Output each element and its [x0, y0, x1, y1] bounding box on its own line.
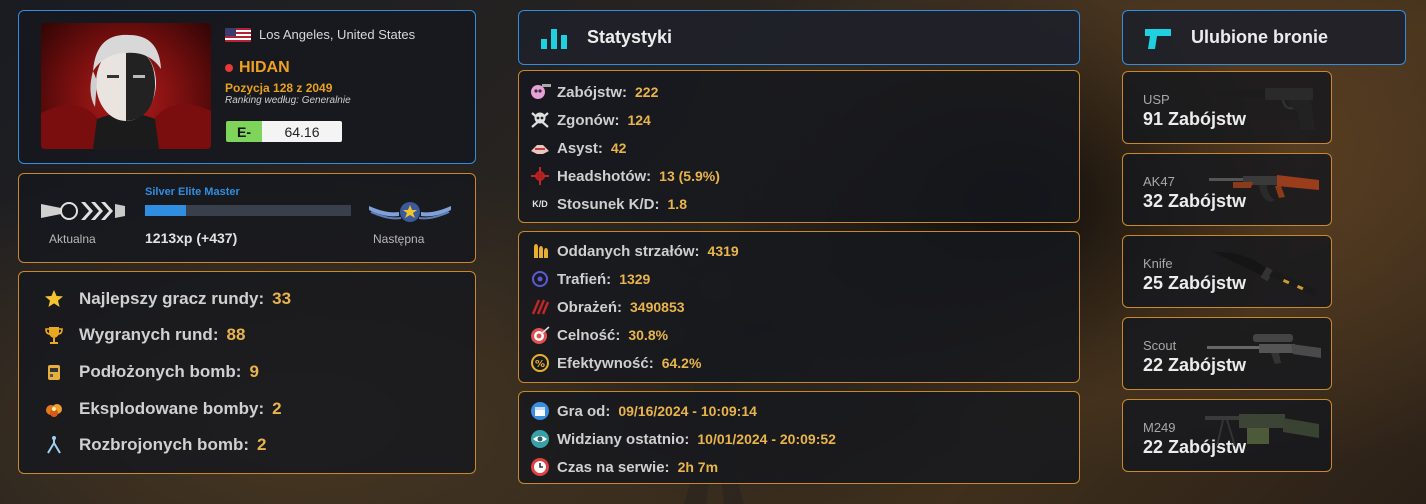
- list-item: Obrażeń: 3490853: [529, 296, 685, 318]
- status-dot-icon: [225, 64, 233, 72]
- ranking-basis: Ranking według: Generalnie: [225, 95, 351, 106]
- weapon-card-m249[interactable]: M249 22 Zabójstw: [1122, 399, 1332, 472]
- list-item: Zgonów: 124: [529, 109, 651, 131]
- weapon-name: M249: [1143, 420, 1176, 435]
- weapons-header: Ulubione bronie: [1122, 10, 1406, 65]
- target-icon: [529, 324, 551, 346]
- weapons-title: Ulubione bronie: [1191, 27, 1328, 47]
- list-item: Gra od: 09/16/2024 - 10:09:14: [529, 400, 757, 422]
- accuracy-stats-card: Oddanych strzałów: 4319 Trafień: 1329 Ob…: [518, 231, 1080, 383]
- eye-icon: [529, 428, 551, 450]
- us-flag-icon: [225, 27, 251, 42]
- kd-icon: K/D: [532, 199, 548, 209]
- list-item: Wygranych rund: 88: [43, 324, 245, 346]
- rank-progress-fill: [145, 205, 187, 216]
- list-item: Asyst: 42: [529, 137, 626, 159]
- weapon-name: Scout: [1143, 338, 1177, 353]
- list-item: Trafień: 1329: [529, 268, 650, 290]
- svg-text:%: %: [535, 359, 545, 370]
- weapon-name: USP: [1143, 92, 1170, 107]
- list-item: Celność: 30.8%: [529, 324, 668, 346]
- defuse-icon: [43, 434, 65, 456]
- star-icon: [43, 288, 65, 310]
- list-item: Oddanych strzałów: 4319: [529, 240, 739, 262]
- usp-icon: [1217, 88, 1315, 130]
- location-text: Los Angeles, United States: [259, 27, 416, 42]
- list-item: Podłożonych bomb: 9: [43, 361, 259, 383]
- time-stats-card: Gra od: 09/16/2024 - 10:09:14 Widziany o…: [518, 391, 1080, 484]
- m249-icon: [1205, 414, 1319, 447]
- bar-chart-icon: [541, 28, 567, 49]
- list-item: Zabójstw: 222: [529, 81, 658, 103]
- player-name-text: HIDAN: [239, 59, 290, 76]
- list-item: % Efektywność: 64.2%: [529, 352, 701, 374]
- list-item: Najlepszy gracz rundy: 33: [43, 288, 291, 310]
- clock-icon: [529, 456, 551, 478]
- rank-card: Aktualna Silver Elite Master 1213xp (+43…: [18, 173, 476, 263]
- damage-icon: [529, 296, 551, 318]
- weapon-card-scout[interactable]: Scout 22 Zabójstw: [1122, 317, 1332, 390]
- pistol-icon: [1145, 28, 1171, 49]
- weapon-name: Knife: [1143, 256, 1173, 271]
- list-item: Eksplodowane bomby: 2: [43, 398, 282, 420]
- current-rank-icon: [41, 202, 125, 220]
- rank-progress-bar: [145, 205, 351, 216]
- skull-gun-icon: [529, 81, 551, 103]
- player-name[interactable]: HIDAN: [225, 59, 290, 77]
- list-item: Rozbrojonych bomb: 2: [43, 434, 266, 456]
- bullets-icon: [529, 240, 551, 262]
- elo-grade: E-: [226, 121, 262, 142]
- handshake-icon: [529, 137, 551, 159]
- calendar-icon: [529, 400, 551, 422]
- efficiency-icon: %: [529, 352, 551, 374]
- bomb-icon: [43, 361, 65, 383]
- list-item: Widziany ostatnio: 10/01/2024 - 20:09:52: [529, 428, 836, 450]
- rank-name: Silver Elite Master: [145, 186, 240, 198]
- player-position: Pozycja 128 z 2049: [225, 81, 333, 95]
- list-item: Headshotów: 13 (5.9%): [529, 165, 720, 187]
- list-item: K/D Stosunek K/D: 1.8: [529, 193, 687, 215]
- rank-xp: 1213xp (+437): [145, 230, 238, 246]
- next-rank-label: Następna: [373, 232, 425, 246]
- stats-title: Statystyki: [587, 27, 673, 47]
- player-avatar[interactable]: [41, 23, 211, 149]
- trophy-icon: [43, 324, 65, 346]
- scout-icon: [1207, 334, 1321, 364]
- current-rank-label: Aktualna: [49, 232, 96, 246]
- skull-crossbones-icon: [529, 109, 551, 131]
- weapon-name: AK47: [1143, 174, 1175, 189]
- player-location: Los Angeles, United States: [225, 27, 415, 42]
- profile-card: Los Angeles, United States HIDAN Pozycja…: [18, 10, 476, 164]
- elo-badge: E- 64.16: [226, 121, 342, 142]
- explosion-icon: [43, 398, 65, 420]
- elo-value: 64.16: [262, 121, 342, 142]
- weapon-card-usp[interactable]: USP 91 Zabójstw: [1122, 71, 1332, 144]
- crosshair-icon: [529, 268, 551, 290]
- knife-icon: [1213, 251, 1317, 296]
- combat-stats-card: Zabójstw: 222 Zgonów: 124 Asyst: 42 Head…: [518, 70, 1080, 223]
- stats-header: Statystyki: [518, 10, 1080, 65]
- ak47-icon: [1209, 175, 1319, 202]
- weapon-card-ak47[interactable]: AK47 32 Zabójstw: [1122, 153, 1332, 226]
- weapon-card-knife[interactable]: Knife 25 Zabójstw: [1122, 235, 1332, 308]
- achievements-card: Najlepszy gracz rundy: 33 Wygranych rund…: [18, 271, 476, 474]
- headshot-icon: [529, 165, 551, 187]
- next-rank-icon: [369, 202, 451, 222]
- list-item: Czas na serwie: 2h 7m: [529, 456, 718, 478]
